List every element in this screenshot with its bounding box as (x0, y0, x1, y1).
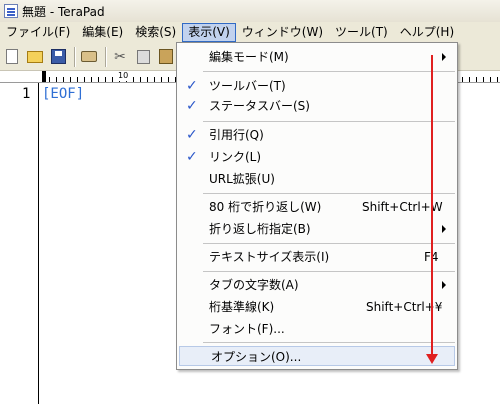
check-icon: ✓ (186, 127, 198, 143)
menu-item-label: リンク(L) (209, 150, 262, 164)
save-icon (50, 49, 66, 64)
open-file-button[interactable] (25, 47, 45, 67)
paste-button[interactable] (156, 47, 176, 67)
menu-item-edit-mode[interactable]: 編集モード(M) (178, 47, 456, 67)
menu-item-label: ステータスバー(S) (209, 99, 310, 113)
menu-item-label: 桁基準線(K) (209, 300, 275, 314)
save-button[interactable] (48, 47, 68, 67)
print-button[interactable] (79, 47, 99, 67)
app-icon (4, 4, 18, 18)
cut-button[interactable]: ✂ (110, 47, 130, 67)
menu-item-options[interactable]: オプション(O)... (179, 346, 455, 366)
ruler-mark-10: 10 (117, 71, 130, 81)
menu-item-label: 折り返し桁指定(B) (209, 222, 311, 236)
check-icon: ✓ (186, 78, 198, 94)
menu-search[interactable]: 検索(S) (129, 23, 182, 42)
view-menu-dropdown: 編集モード(M) ✓ ツールバー(T) ✓ ステータスバー(S) ✓ 引用行(Q… (176, 42, 458, 370)
submenu-arrow-icon (442, 225, 446, 233)
menu-separator (203, 193, 455, 194)
window-title: 無題 - TeraPad (22, 4, 105, 19)
menu-separator (203, 71, 455, 72)
menu-help[interactable]: ヘルプ(H) (394, 23, 460, 42)
new-file-button[interactable] (2, 47, 22, 67)
menu-separator (203, 121, 455, 122)
cut-icon: ✂ (114, 48, 126, 65)
menu-separator (203, 342, 455, 343)
toolbar-separator (105, 46, 107, 67)
menu-item-statusbar[interactable]: ✓ ステータスバー(S) (178, 96, 456, 116)
copy-icon (136, 49, 150, 64)
paste-icon (159, 49, 173, 64)
menu-item-label: テキストサイズ表示(I) (209, 250, 330, 264)
line-number: 1 (22, 86, 31, 102)
submenu-arrow-icon (442, 53, 446, 61)
menu-view[interactable]: 表示(V) (182, 23, 236, 42)
menu-item-tab-width[interactable]: タブの文字数(A) (178, 275, 456, 295)
menu-item-label: フォント(F)... (209, 322, 285, 336)
menu-item-url-ext[interactable]: URL拡張(U) (178, 169, 456, 189)
menu-separator (203, 271, 455, 272)
menu-item-quote-line[interactable]: ✓ 引用行(Q) (178, 125, 456, 145)
menu-item-link[interactable]: ✓ リンク(L) (178, 147, 456, 167)
menu-item-text-size[interactable]: テキストサイズ表示(I) F4 (178, 247, 456, 267)
menu-item-label: URL拡張(U) (209, 172, 275, 186)
menu-item-font[interactable]: フォント(F)... (178, 319, 456, 339)
toolbar-separator (74, 46, 76, 67)
menu-item-label: 引用行(Q) (209, 128, 264, 142)
eof-marker: [EOF] (42, 86, 85, 102)
check-icon: ✓ (186, 149, 198, 165)
menu-item-label: タブの文字数(A) (209, 278, 299, 292)
menu-item-label: 編集モード(M) (209, 50, 289, 64)
title-bar: 無題 - TeraPad (0, 0, 500, 22)
menu-item-label: ツールバー(T) (209, 79, 286, 93)
new-file-icon (6, 49, 18, 64)
menu-bar: ファイル(F) 編集(E) 検索(S) 表示(V) ウィンドウ(W) ツール(T… (0, 22, 500, 43)
submenu-arrow-icon (442, 281, 446, 289)
check-icon: ✓ (186, 98, 198, 114)
annotation-arrow-head-icon (426, 354, 438, 364)
menu-item-label: オプション(O)... (211, 350, 302, 364)
menu-edit[interactable]: 編集(E) (76, 23, 129, 42)
menu-item-wrap-column[interactable]: 折り返し桁指定(B) (178, 219, 456, 239)
menu-tools[interactable]: ツール(T) (329, 23, 394, 42)
menu-file[interactable]: ファイル(F) (0, 23, 76, 42)
copy-button[interactable] (133, 47, 153, 67)
ruler-cursor-marker (42, 71, 46, 82)
open-folder-icon (27, 50, 43, 63)
print-icon (81, 51, 97, 62)
menu-separator (203, 243, 455, 244)
menu-item-wrap-80[interactable]: 80 桁で折り返し(W) Shift+Ctrl+W (178, 197, 456, 217)
menu-item-column-guide[interactable]: 桁基準線(K) Shift+Ctrl+¥ (178, 297, 456, 317)
menu-item-label: 80 桁で折り返し(W) (209, 200, 322, 214)
menu-item-toolbar[interactable]: ✓ ツールバー(T) (178, 76, 456, 96)
menu-window[interactable]: ウィンドウ(W) (236, 23, 329, 42)
gutter-divider (38, 83, 39, 404)
annotation-arrow-line (431, 55, 433, 357)
